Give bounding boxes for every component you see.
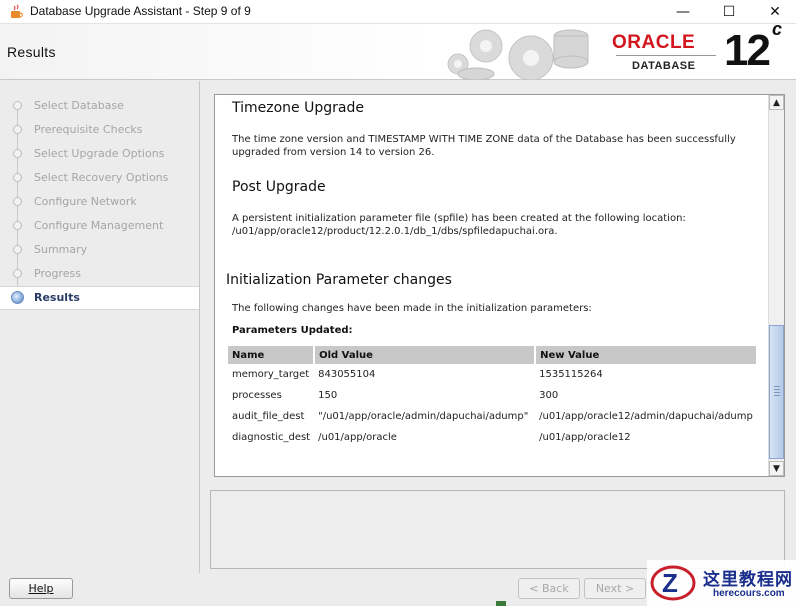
step-label: Configure Management [34, 219, 164, 232]
header-banner: Results ORACLE DATABASE 12 c [0, 19, 796, 80]
step-label: Results [34, 291, 80, 304]
timezone-upgrade-title: Timezone Upgrade [232, 100, 364, 116]
step-dot-icon [13, 245, 22, 254]
next-button[interactable]: Next > [584, 578, 646, 599]
scroll-up-arrow-icon[interactable]: ▲ [769, 95, 784, 110]
step-select-upgrade-options[interactable]: Select Upgrade Options [0, 143, 199, 165]
cell-new-value: /u01/app/oracle12/admin/dapuchai/adump [539, 411, 753, 422]
thumb-grip [774, 389, 780, 390]
post-upgrade-line-1: A persistent initialization parameter fi… [232, 213, 686, 224]
step-select-recovery-options[interactable]: Select Recovery Options [0, 167, 199, 189]
parameters-updated-label: Parameters Updated: [232, 325, 353, 336]
step-current-icon [11, 291, 24, 304]
oracle-wordmark: ORACLE [612, 32, 696, 53]
cell-name: audit_file_dest [232, 411, 305, 422]
column-header-old-value[interactable]: Old Value [314, 346, 537, 364]
cell-old-value: 843055104 [318, 369, 376, 380]
window-title: Database Upgrade Assistant - Step 9 of 9 [30, 4, 251, 18]
back-button[interactable]: < Back [518, 578, 580, 599]
timezone-line-2: upgraded from version 14 to version 26. [232, 147, 435, 158]
step-label: Prerequisite Checks [34, 123, 143, 136]
steps-sidebar: Select Database Prerequisite Checks Sele… [0, 81, 200, 573]
table-header-row: Name Old Value New Value [228, 346, 758, 364]
help-button[interactable]: Help [9, 578, 73, 599]
step-label: Select Recovery Options [34, 171, 169, 184]
table-row: diagnostic_dest /u01/app/oracle /u01/app… [228, 427, 757, 448]
step-configure-network[interactable]: Configure Network [0, 191, 199, 213]
version-letter: c [771, 19, 782, 40]
oracle-logo: ORACLE DATABASE [612, 32, 722, 76]
watermark-title: 这里教程网 [703, 570, 793, 590]
step-dot-icon [13, 101, 22, 110]
step-prerequisite-checks[interactable]: Prerequisite Checks [0, 119, 199, 141]
help-button-label: Help [28, 582, 54, 595]
parameters-table: Name Old Value New Value memory_target 8… [228, 346, 758, 448]
step-dot-icon [13, 149, 22, 158]
cell-new-value: 300 [539, 390, 559, 401]
table-row: memory_target 843055104 1535115264 [228, 364, 757, 385]
step-dot-icon [13, 197, 22, 206]
step-dot-icon [13, 125, 22, 134]
message-panel [210, 490, 785, 569]
scrollbar-thumb[interactable] [769, 325, 784, 459]
init-params-title: Initialization Parameter changes [226, 272, 452, 288]
table-row: processes 150 300 [228, 385, 757, 406]
thumb-grip [774, 386, 780, 387]
results-panel: Timezone Upgrade The time zone version a… [214, 94, 785, 477]
database-wordmark: DATABASE [632, 60, 696, 72]
gears-database-illustration [447, 29, 589, 80]
window-title-bar: Database Upgrade Assistant - Step 9 of 9… [0, 0, 796, 24]
vertical-scrollbar[interactable]: ▲ ▼ [768, 95, 784, 476]
cell-old-value: "/u01/app/oracle/admin/dapuchai/adump" [318, 411, 529, 422]
cell-new-value: 1535115264 [539, 369, 603, 380]
table-row: audit_file_dest "/u01/app/oracle/admin/d… [228, 406, 757, 427]
svg-text:Z: Z [662, 568, 678, 598]
cell-name: diagnostic_dest [232, 432, 311, 443]
thumb-grip [774, 392, 780, 393]
step-label: Select Upgrade Options [34, 147, 165, 160]
step-summary[interactable]: Summary [0, 239, 199, 261]
step-select-database[interactable]: Select Database [0, 95, 199, 117]
step-label: Select Database [34, 99, 124, 112]
logo-divider [616, 55, 716, 56]
timezone-line-1: The time zone version and TIMESTAMP WITH… [232, 134, 736, 145]
init-params-description: The following changes have been made in … [232, 303, 592, 314]
step-label: Summary [34, 243, 88, 256]
maximize-button[interactable]: ☐ [706, 0, 752, 24]
cell-name: memory_target [232, 369, 310, 380]
step-label: Progress [34, 267, 81, 280]
step-results[interactable]: Results [0, 286, 199, 310]
step-dot-icon [13, 173, 22, 182]
cell-new-value: /u01/app/oracle12 [539, 432, 631, 443]
version-badge: 12 c [724, 19, 782, 76]
minimize-button[interactable]: — [660, 0, 706, 24]
step-label: Configure Network [34, 195, 137, 208]
cell-old-value: 150 [318, 390, 338, 401]
page-title: Results [7, 44, 56, 60]
version-number: 12 [724, 26, 771, 75]
thumb-grip [774, 395, 780, 396]
watermark-logo-icon: Z [650, 565, 696, 601]
step-dot-icon [13, 269, 22, 278]
scroll-down-arrow-icon[interactable]: ▼ [769, 461, 784, 476]
cell-old-value: /u01/app/oracle [318, 432, 397, 443]
column-header-name[interactable]: Name [228, 346, 316, 364]
post-upgrade-title: Post Upgrade [232, 179, 326, 195]
step-configure-management[interactable]: Configure Management [0, 215, 199, 237]
results-content: Timezone Upgrade The time zone version a… [215, 95, 768, 476]
step-progress[interactable]: Progress [0, 263, 199, 285]
watermark-url: herecours.com [713, 588, 785, 599]
column-header-new-value[interactable]: New Value [535, 346, 758, 364]
step-dot-icon [13, 221, 22, 230]
site-watermark: Z 这里教程网 herecours.com [647, 560, 796, 606]
post-upgrade-line-2: /u01/app/oracle12/product/12.2.0.1/db_1/… [232, 226, 558, 237]
cell-name: processes [232, 390, 282, 401]
taskbar-indicator [496, 601, 506, 606]
java-app-icon [11, 4, 23, 18]
